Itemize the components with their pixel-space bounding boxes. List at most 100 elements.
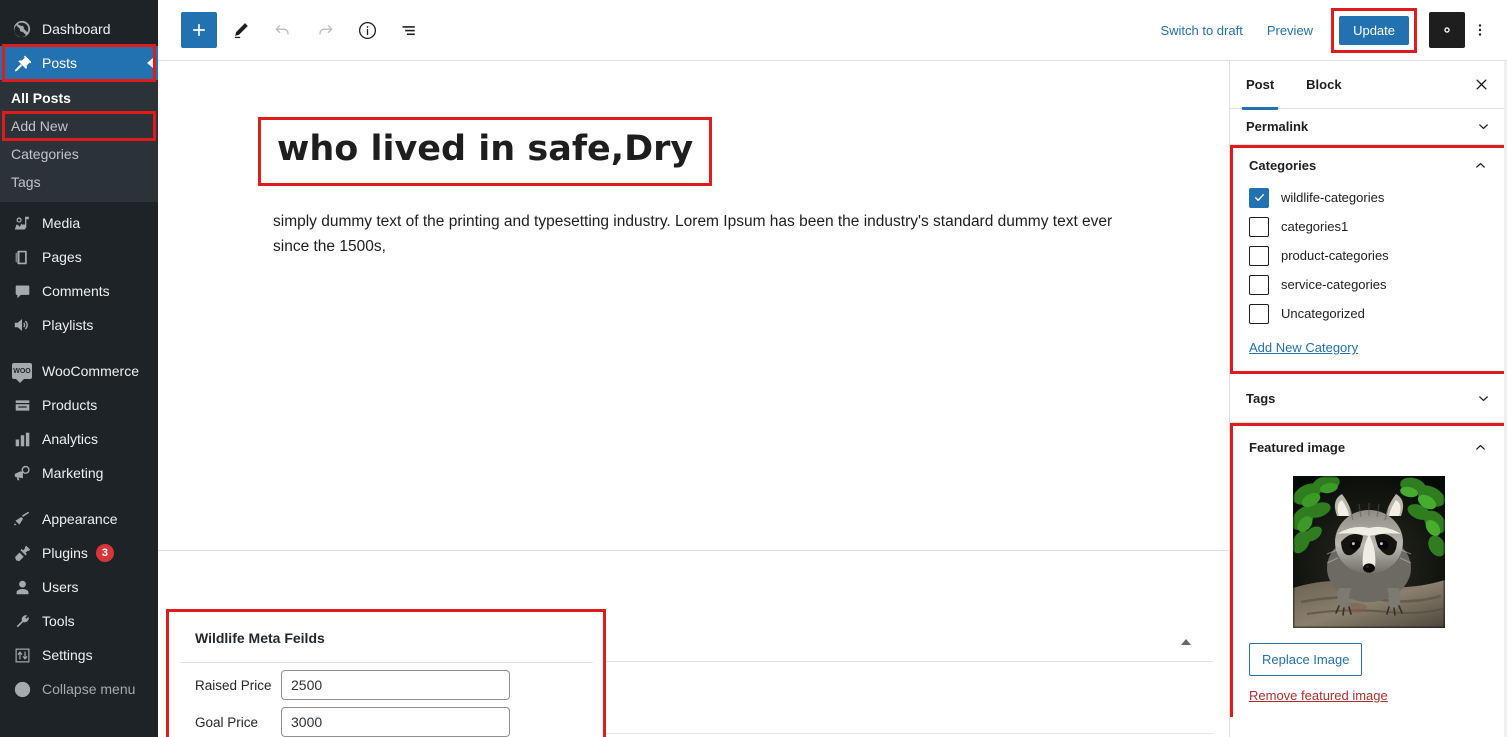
category-label: wildlife-categories <box>1281 190 1385 205</box>
analytics-icon <box>11 429 33 449</box>
panel-categories-highlight-box: Categories wildlife-categories categorie… <box>1230 145 1507 374</box>
sidebar-item-tools[interactable]: Tools <box>0 604 158 638</box>
sidebar-item-posts[interactable]: Posts <box>0 46 158 80</box>
dashboard-icon <box>11 19 33 39</box>
update-button[interactable]: Update <box>1339 15 1409 45</box>
panel-tags[interactable]: Tags <box>1230 374 1507 423</box>
sidebar-item-playlists[interactable]: Playlists <box>0 308 158 342</box>
gear-icon[interactable] <box>1429 12 1465 48</box>
sidebar-item-products[interactable]: Products <box>0 388 158 422</box>
wildlife-metabox-highlight-box: Wildlife Meta Feilds Raised Price 2500 G… <box>166 609 606 737</box>
checkbox-product-categories[interactable] <box>1249 245 1269 266</box>
sidebar-item-all-posts[interactable]: All Posts <box>0 84 158 112</box>
sidebar-item-woocommerce[interactable]: WOO WooCommerce <box>0 354 158 388</box>
menu-separator-2 <box>0 490 158 502</box>
media-icon <box>11 213 33 233</box>
sidebar-item-media[interactable]: Media <box>0 206 158 240</box>
sidebar-item-label: Pages <box>42 249 82 265</box>
undo-button[interactable] <box>265 12 301 48</box>
tab-post[interactable]: Post <box>1230 61 1290 110</box>
featured-image-thumbnail[interactable] <box>1292 476 1445 628</box>
category-checkbox-row[interactable]: categories1 <box>1249 212 1488 241</box>
add-block-button[interactable] <box>181 12 217 48</box>
sidebar-item-label: Appearance <box>42 511 118 527</box>
sidebar-item-dashboard[interactable]: Dashboard <box>0 12 158 46</box>
sidebar-item-label: Comments <box>42 283 110 299</box>
panel-tags-title: Tags <box>1246 390 1276 406</box>
panel-categories-header[interactable]: Categories <box>1233 148 1504 183</box>
category-checkbox-row[interactable]: Uncategorized <box>1249 299 1488 328</box>
tab-block[interactable]: Block <box>1290 61 1357 109</box>
raised-price-row: Raised Price 2500 <box>169 663 603 700</box>
post-paragraph-block[interactable]: simply dummy text of the printing and ty… <box>273 210 1113 260</box>
sidebar-item-users[interactable]: Users <box>0 570 158 604</box>
category-label: product-categories <box>1281 248 1389 263</box>
sidebar-item-settings[interactable]: Settings <box>0 638 158 672</box>
sidebar-item-label: Collapse menu <box>42 681 136 697</box>
sidebar-item-marketing[interactable]: Marketing <box>0 456 158 490</box>
panel-featured-image-highlight-box: Featured image Replace Image Remove feat… <box>1230 423 1507 717</box>
remove-featured-image-link[interactable]: Remove featured image <box>1249 688 1488 703</box>
sidebar-item-label: Dashboard <box>42 21 111 37</box>
metabox-title: Wildlife Meta Feilds <box>195 630 325 646</box>
brush-icon <box>11 509 33 529</box>
category-checkbox-row[interactable]: wildlife-categories <box>1249 183 1488 212</box>
edit-tool-button[interactable] <box>223 12 259 48</box>
metabox-collapse-toggle-icon[interactable] <box>1181 639 1191 645</box>
goal-price-input[interactable]: 3000 <box>281 707 510 737</box>
panel-featured-image-body: Replace Image Remove featured image <box>1233 476 1504 717</box>
editor-canvas: who lived in safe,Dry simply dummy text … <box>158 61 1229 737</box>
category-checkbox-row[interactable]: service-categories <box>1249 270 1488 299</box>
checkbox-uncategorized[interactable] <box>1249 303 1269 324</box>
sidebar-item-label: Users <box>42 579 79 595</box>
submenu-arrow-icon <box>147 57 154 69</box>
sidebar-item-categories[interactable]: Categories <box>0 140 158 168</box>
user-icon <box>11 577 33 597</box>
sidebar-item-label: WooCommerce <box>42 363 139 379</box>
post-title-highlight-box: who lived in safe,Dry <box>258 117 713 186</box>
post-title[interactable]: who lived in safe,Dry <box>277 130 693 169</box>
sidebar-item-analytics[interactable]: Analytics <box>0 422 158 456</box>
woo-icon: WOO <box>11 361 33 383</box>
post-settings-sidebar: Post Block Permalink Categories wildlife… <box>1229 61 1507 737</box>
checkbox-service-categories[interactable] <box>1249 274 1269 295</box>
category-checkbox-row[interactable]: product-categories <box>1249 241 1488 270</box>
switch-to-draft-button[interactable]: Switch to draft <box>1148 17 1254 44</box>
panel-permalink[interactable]: Permalink <box>1230 109 1507 145</box>
sidebar-item-pages[interactable]: Pages <box>0 240 158 274</box>
woo-badge-label: WOO <box>12 363 32 383</box>
redo-button[interactable] <box>307 12 343 48</box>
panel-permalink-header[interactable]: Permalink <box>1230 109 1507 144</box>
update-button-highlight-box: Update <box>1331 7 1417 53</box>
panel-tags-header[interactable]: Tags <box>1230 374 1507 422</box>
add-new-category-link[interactable]: Add New Category <box>1249 340 1358 355</box>
wildlife-metabox: Wildlife Meta Feilds Raised Price 2500 G… <box>169 612 603 737</box>
chevron-up-icon <box>1473 158 1488 173</box>
checkbox-categories1[interactable] <box>1249 216 1269 237</box>
menu-separator <box>0 342 158 354</box>
chevron-up-icon <box>1473 440 1488 455</box>
list-view-icon[interactable] <box>391 12 427 48</box>
sidebar-item-collapse-menu[interactable]: Collapse menu <box>0 672 158 706</box>
sidebar-item-plugins[interactable]: Plugins 3 <box>0 536 158 570</box>
sidebar-item-label: Plugins <box>42 545 88 561</box>
inspector-tabs: Post Block <box>1230 61 1507 110</box>
sidebar-item-appearance[interactable]: Appearance <box>0 502 158 536</box>
replace-image-button[interactable]: Replace Image <box>1249 643 1363 676</box>
sidebar-item-tags[interactable]: Tags <box>0 168 158 196</box>
panel-categories-body: wildlife-categories categories1 product-… <box>1233 183 1504 371</box>
products-icon <box>11 395 33 415</box>
info-icon[interactable] <box>349 12 385 48</box>
megaphone-icon <box>11 463 33 483</box>
checkbox-wildlife-categories[interactable] <box>1249 187 1269 208</box>
sidebar-item-comments[interactable]: Comments <box>0 274 158 308</box>
three-dots-vertical-icon[interactable] <box>1465 12 1495 48</box>
sidebar-item-add-new[interactable]: Add New <box>0 112 158 140</box>
panel-permalink-title: Permalink <box>1246 119 1309 134</box>
category-label: service-categories <box>1281 277 1387 292</box>
preview-button[interactable]: Preview <box>1255 17 1325 44</box>
close-icon[interactable] <box>1469 73 1493 97</box>
wrench-icon <box>11 611 33 631</box>
panel-featured-image-header[interactable]: Featured image <box>1233 426 1504 468</box>
raised-price-input[interactable]: 2500 <box>281 670 510 700</box>
